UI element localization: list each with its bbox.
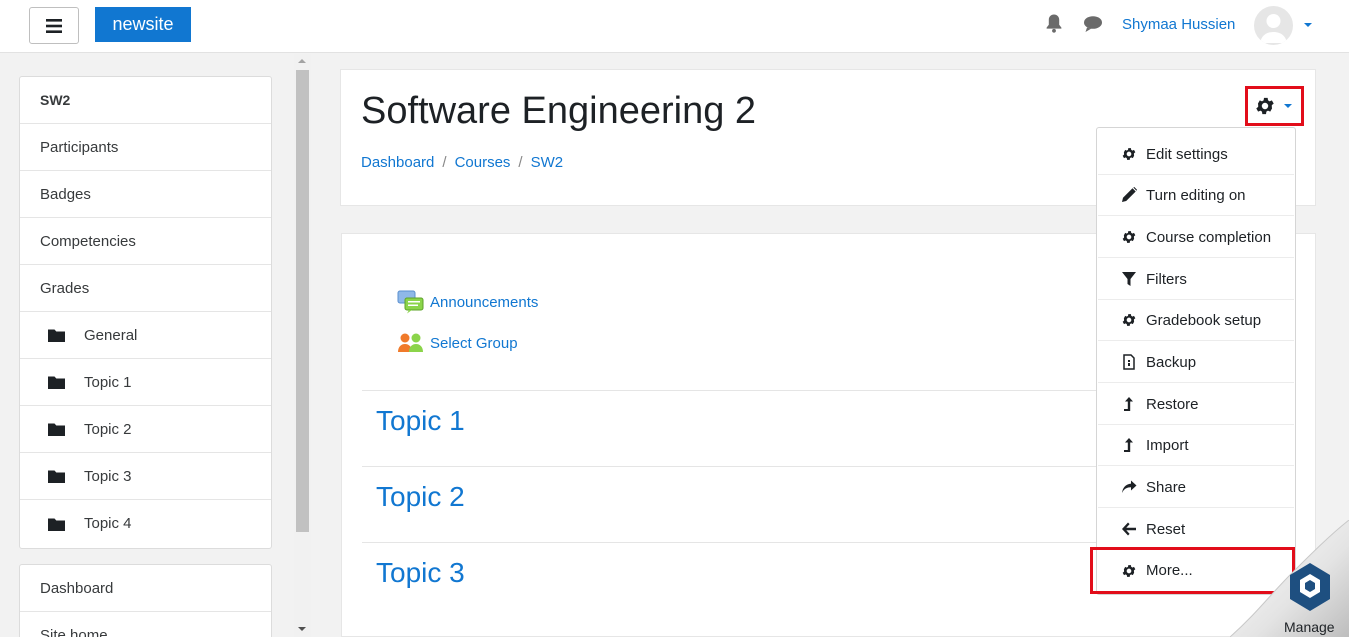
breadcrumb-courses[interactable]: Courses xyxy=(455,154,511,171)
sidebar-item-topic-3[interactable]: Topic 3 xyxy=(20,453,271,500)
scroll-thumb[interactable] xyxy=(296,70,309,532)
scroll-down-arrow-icon[interactable] xyxy=(298,627,306,631)
top-navbar: newsite Shymaa Hussien xyxy=(0,0,1349,53)
menu-item-gradebook-setup[interactable]: Gradebook setup xyxy=(1098,300,1294,341)
bell-icon[interactable] xyxy=(1045,13,1063,33)
scroll-up-arrow-icon[interactable] xyxy=(298,59,306,63)
folder-icon xyxy=(48,423,65,436)
course-actions-menu-toggle[interactable] xyxy=(1245,86,1304,126)
menu-item-backup[interactable]: Backup xyxy=(1098,342,1294,383)
forum-icon xyxy=(397,290,424,314)
manage-label[interactable]: Manage xyxy=(1284,619,1335,635)
activity-announcements[interactable]: Announcements xyxy=(397,290,538,314)
menu-item-filters[interactable]: Filters xyxy=(1098,259,1294,300)
menu-item-course-completion[interactable]: Course completion xyxy=(1098,217,1294,258)
user-silhouette-icon xyxy=(1260,14,1287,43)
menu-item-share[interactable]: Share xyxy=(1098,467,1294,508)
group-icon xyxy=(398,333,423,352)
chevron-down-icon xyxy=(1284,104,1292,108)
menu-toggle-button[interactable] xyxy=(29,7,79,44)
avatar[interactable] xyxy=(1254,6,1293,45)
sidebar-item-dashboard[interactable]: Dashboard xyxy=(20,565,271,612)
sidebar-item-sw2[interactable]: SW2 xyxy=(20,77,271,124)
arrow-left-icon xyxy=(1122,522,1136,536)
activity-select-group[interactable]: Select Group xyxy=(397,331,518,355)
folder-icon xyxy=(48,470,65,483)
file-icon xyxy=(1123,354,1135,370)
gear-icon xyxy=(1256,97,1274,115)
gear-icon xyxy=(1122,148,1136,160)
sidebar-item-grades[interactable]: Grades xyxy=(20,265,271,312)
topic-title-link[interactable]: Topic 1 xyxy=(376,405,465,437)
topic-title-link[interactable]: Topic 3 xyxy=(376,557,465,589)
sidebar-item-participants[interactable]: Participants xyxy=(20,124,271,171)
sidebar-scrollbar[interactable] xyxy=(294,54,311,637)
breadcrumb: Dashboard / Courses / SW2 xyxy=(361,154,564,171)
sidebar-item-topic-2[interactable]: Topic 2 xyxy=(20,406,271,453)
menu-item-turn-editing-on[interactable]: Turn editing on xyxy=(1098,175,1294,216)
folder-icon xyxy=(48,376,65,389)
sidebar-item-competencies[interactable]: Competencies xyxy=(20,218,271,265)
sidebar: SW2 Participants Badges Competencies Gra… xyxy=(0,54,294,637)
topic-section-2: Topic 2 xyxy=(362,466,1122,542)
chat-icon[interactable] xyxy=(1083,15,1103,33)
page-title: Software Engineering 2 xyxy=(361,90,757,132)
chevron-down-icon[interactable] xyxy=(1304,23,1312,27)
course-nav-block: SW2 Participants Badges Competencies Gra… xyxy=(19,76,272,549)
sidebar-item-badges[interactable]: Badges xyxy=(20,171,271,218)
menu-item-restore[interactable]: Restore xyxy=(1098,384,1294,425)
user-name-link[interactable]: Shymaa Hussien xyxy=(1122,16,1235,33)
folder-icon xyxy=(48,518,65,531)
folder-icon xyxy=(48,329,65,342)
site-nav-block: Dashboard Site home xyxy=(19,564,272,637)
topic-title-link[interactable]: Topic 2 xyxy=(376,481,465,513)
hamburger-icon xyxy=(46,18,62,33)
topic-section-3: Topic 3 xyxy=(362,542,1122,618)
sidebar-item-site-home[interactable]: Site home xyxy=(20,612,271,637)
sidebar-item-topic-4[interactable]: Topic 4 xyxy=(20,500,271,547)
upload-icon xyxy=(1124,438,1133,452)
site-brand-link[interactable]: newsite xyxy=(95,7,191,42)
menu-item-edit-settings[interactable]: Edit settings xyxy=(1098,134,1294,175)
pencil-icon xyxy=(1122,187,1137,202)
breadcrumb-dashboard[interactable]: Dashboard xyxy=(361,154,434,171)
upload-icon xyxy=(1124,397,1133,411)
topic-section-1: Topic 1 xyxy=(362,390,1122,466)
gear-icon xyxy=(1122,231,1136,243)
sidebar-item-general[interactable]: General xyxy=(20,312,271,359)
menu-item-import[interactable]: Import xyxy=(1098,425,1294,466)
sidebar-item-topic-1[interactable]: Topic 1 xyxy=(20,359,271,406)
share-icon xyxy=(1122,480,1137,493)
gear-icon xyxy=(1122,314,1136,326)
filter-icon xyxy=(1122,272,1136,286)
breadcrumb-sw2[interactable]: SW2 xyxy=(531,154,564,171)
